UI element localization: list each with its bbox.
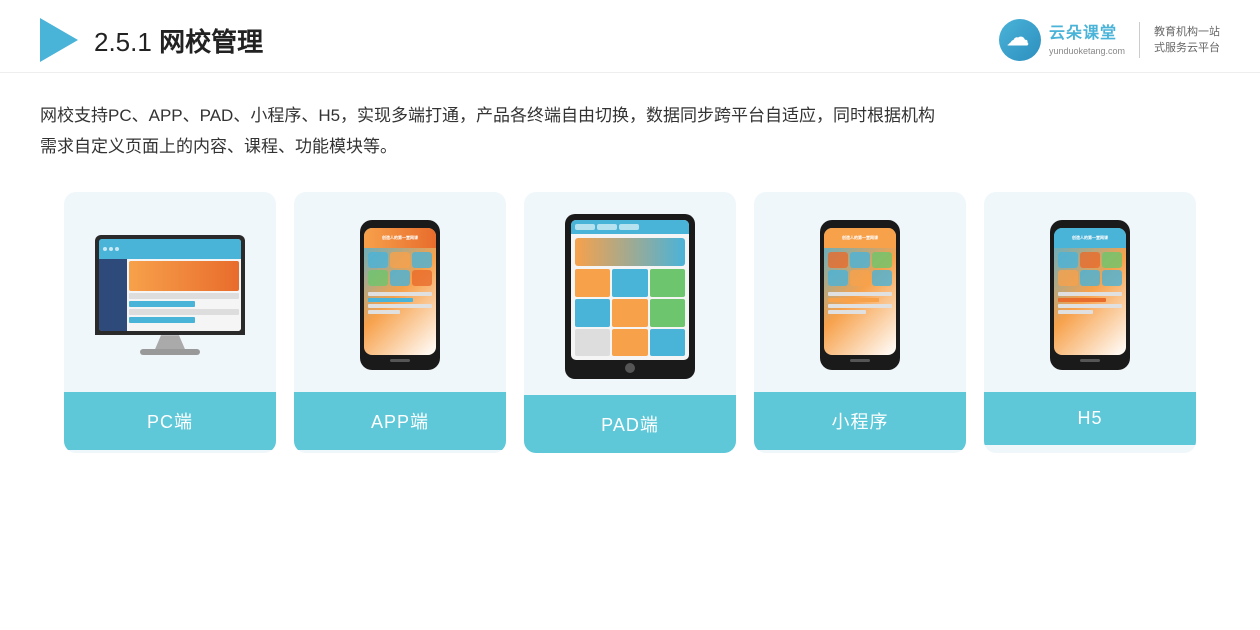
card-pad-label: PAD端	[524, 395, 736, 453]
description-line1: 网校支持PC、APP、PAD、小程序、H5，实现多端打通，产品各终端自由切换，数…	[40, 101, 1220, 132]
app-visual: 创造人的第一堂网课	[344, 192, 456, 392]
brand-domain: yunduoketang.com	[1049, 45, 1125, 58]
monitor-icon	[95, 235, 245, 355]
phone-icon-h5: 创造人的第一堂网课	[1050, 220, 1130, 370]
card-h5: 创造人的第一堂网课	[984, 192, 1196, 453]
brand-slogan: 教育机构一站 式服务云平台	[1154, 24, 1220, 57]
brand-divider	[1139, 22, 1140, 58]
card-app: 创造人的第一堂网课	[294, 192, 506, 453]
description-line2: 需求自定义页面上的内容、课程、功能模块等。	[40, 132, 1220, 163]
device-cards-area: PC端 创造人的第一堂网课	[0, 172, 1260, 473]
tablet-icon	[565, 214, 695, 379]
phone-icon-mini: 创造人的第一堂网课	[820, 220, 900, 370]
logo-icon	[40, 18, 78, 62]
brand-icon	[999, 19, 1041, 61]
header-left: 2.5.1 网校管理	[40, 18, 263, 62]
pc-visual	[79, 192, 261, 392]
card-app-label: APP端	[294, 392, 506, 450]
page-title: 2.5.1 网校管理	[94, 22, 263, 59]
page-header: 2.5.1 网校管理 云朵课堂 yunduoketang.com 教育机构一站 …	[0, 0, 1260, 73]
card-pc: PC端	[64, 192, 276, 453]
card-pc-label: PC端	[64, 392, 276, 450]
h5-visual: 创造人的第一堂网课	[1034, 192, 1146, 392]
description-block: 网校支持PC、APP、PAD、小程序、H5，实现多端打通，产品各终端自由切换，数…	[0, 73, 1260, 172]
pad-visual	[549, 192, 711, 395]
card-mini: 创造人的第一堂网课	[754, 192, 966, 453]
card-pad: PAD端	[524, 192, 736, 453]
mini-visual: 创造人的第一堂网课	[804, 192, 916, 392]
brand-text: 云朵课堂 yunduoketang.com	[1049, 23, 1125, 58]
phone-icon-app: 创造人的第一堂网课	[360, 220, 440, 370]
card-mini-label: 小程序	[754, 392, 966, 450]
brand-logo: 云朵课堂 yunduoketang.com 教育机构一站 式服务云平台	[999, 19, 1220, 61]
brand-name: 云朵课堂	[1049, 23, 1125, 45]
card-h5-label: H5	[984, 392, 1196, 445]
